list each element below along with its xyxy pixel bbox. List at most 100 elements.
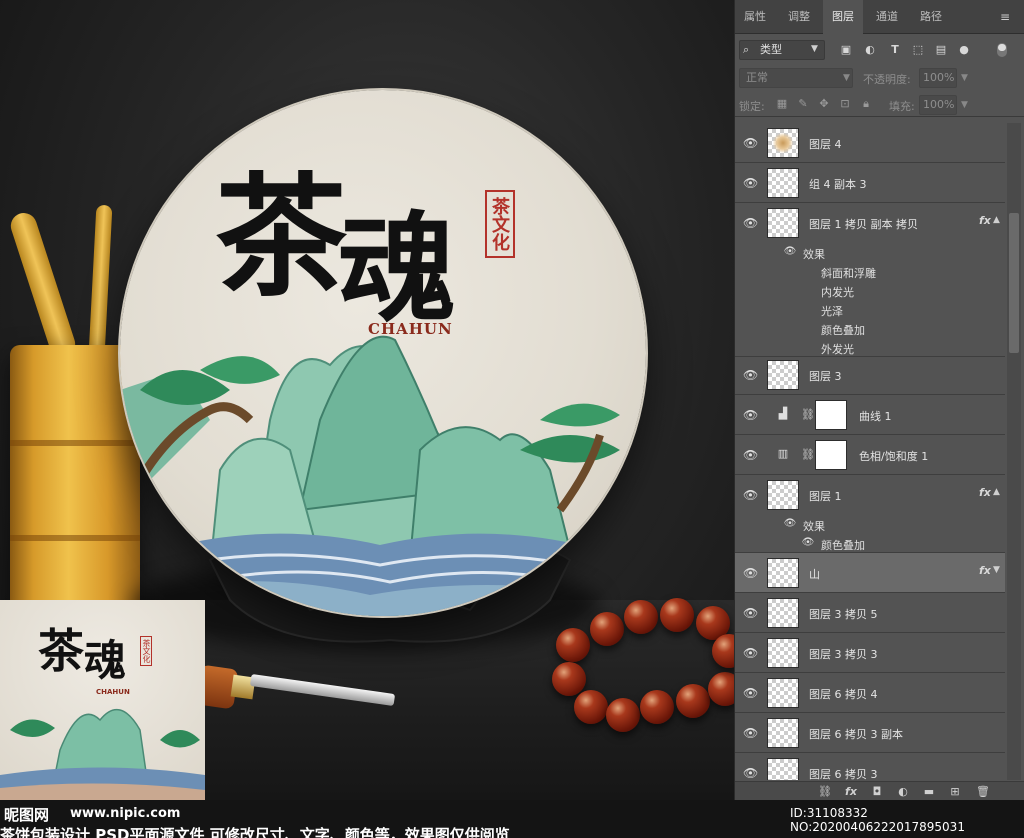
eye-icon[interactable]: 👁︎	[743, 606, 758, 620]
new-group-icon[interactable]: ▬	[921, 784, 937, 799]
chevron-up-icon[interactable]: ▲	[993, 215, 1000, 225]
effect-item[interactable]: 光泽	[735, 300, 1005, 319]
eye-icon[interactable]: 👁︎	[743, 488, 758, 502]
layer-row[interactable]: 👁︎ ▥ ⛓︎ 色相/饱和度 1	[735, 435, 1005, 475]
eye-icon[interactable]: 👁︎	[783, 246, 797, 258]
hue-saturation-icon: ▥	[777, 447, 789, 460]
layer-row[interactable]: 👁︎ ▟ ⛓︎ 曲线 1	[735, 395, 1005, 435]
eye-icon[interactable]: 👁︎	[743, 726, 758, 740]
new-adjustment-icon[interactable]: ◐	[895, 784, 911, 799]
layer-name: 图层 6 拷贝 3 副本	[809, 728, 903, 741]
lock-all-icon[interactable]: 🔒︎	[859, 97, 873, 111]
layers-scrollbar[interactable]	[1007, 123, 1021, 780]
effect-item[interactable]: 👁︎ 颜色叠加	[735, 534, 1005, 553]
effects-label: 效果	[803, 520, 825, 533]
blend-mode-select[interactable]: 正常	[739, 68, 853, 88]
fx-badge[interactable]: fx	[979, 564, 991, 577]
layer-row-selected[interactable]: 👁︎ 山 fx ▼	[735, 553, 1005, 593]
add-mask-icon[interactable]: ◘	[869, 784, 885, 799]
eye-icon[interactable]: 👁︎	[743, 686, 758, 700]
eye-icon[interactable]: 👁︎	[743, 136, 758, 150]
add-style-icon[interactable]: fx	[843, 784, 859, 799]
smart-object-filter-icon[interactable]: ▤	[934, 43, 948, 57]
layer-row[interactable]: 👁︎ 组 4 副本 3	[735, 163, 1005, 203]
lock-row: 锁定: ▦ ✎ ✥ ⊡ 🔒︎ 填充: 100% ▼	[735, 93, 1024, 117]
tab-paths[interactable]: 路径	[911, 0, 951, 34]
chevron-up-icon[interactable]: ▲	[993, 487, 1000, 497]
preview-title-char-2: 魂	[84, 636, 127, 685]
adjustment-filter-icon[interactable]: ◐	[863, 43, 877, 57]
link-icon[interactable]: ⛓︎	[801, 407, 815, 423]
layer-row[interactable]: 👁︎ 图层 1 fx ▲	[735, 475, 1005, 515]
effect-satin: 光泽	[821, 305, 843, 318]
layer-row[interactable]: 👁︎ 图层 3 拷贝 3	[735, 633, 1005, 673]
layer-row[interactable]: 👁︎ 图层 6 拷贝 4	[735, 673, 1005, 713]
eye-icon[interactable]: 👁︎	[743, 566, 758, 580]
layer-name: 图层 1 拷贝 副本 拷贝	[809, 218, 918, 231]
chevron-down-icon[interactable]: ▼	[993, 565, 1000, 575]
tea-scoop	[7, 209, 79, 361]
chevron-down-icon[interactable]: ▼	[961, 100, 968, 110]
layer-row[interactable]: 👁︎ 图层 1 拷贝 副本 拷贝 fx ▲	[735, 203, 1005, 243]
layer-filter-row: 类型 ⌕ ▼ ▣ ◐ T ⬚ ▤ ●	[735, 35, 1024, 65]
layer-row[interactable]: 👁︎ 图层 3 拷贝 5	[735, 593, 1005, 633]
fx-badge[interactable]: fx	[979, 486, 991, 499]
chevron-down-icon[interactable]: ▼	[961, 73, 968, 83]
layer-thumbnail	[767, 678, 799, 708]
design-preview: 茶 魂 茶文化 CHAHUN	[0, 600, 205, 800]
eye-icon[interactable]: 👁︎	[743, 176, 758, 190]
layer-name: 图层 4	[809, 138, 842, 151]
artboard-filter-icon[interactable]: ●	[957, 43, 971, 57]
eye-icon[interactable]: 👁︎	[743, 448, 758, 462]
layer-row[interactable]: 👁︎ 图层 6 拷贝 3	[735, 753, 1005, 780]
eye-icon[interactable]: 👁︎	[743, 646, 758, 660]
layer-list: 👁︎ 图层 4 👁︎ 组 4 副本 3 👁︎ 图层 1 拷贝 副本 拷贝 fx …	[735, 123, 1005, 780]
nipic-url: www.nipic.com	[70, 806, 181, 821]
eye-icon[interactable]: 👁︎	[801, 537, 815, 549]
eye-icon[interactable]: 👁︎	[743, 408, 758, 422]
layer-thumbnail	[767, 128, 799, 158]
product-photo: 茶 魂 茶文化 CHAHUN 茶 魂 茶文化 CHAHUN	[0, 0, 734, 800]
layer-thumbnail	[767, 360, 799, 390]
eye-icon[interactable]: 👁︎	[743, 216, 758, 230]
layer-row[interactable]: 👁︎ 图层 4	[735, 123, 1005, 163]
effect-item[interactable]: 内发光	[735, 281, 1005, 300]
eye-icon[interactable]: 👁︎	[783, 518, 797, 530]
pixel-filter-icon[interactable]: ▣	[839, 43, 853, 57]
eye-icon[interactable]: 👁︎	[743, 766, 758, 780]
nipic-logo: 昵图网	[4, 806, 50, 824]
layer-row[interactable]: 👁︎ 图层 6 拷贝 3 副本	[735, 713, 1005, 753]
lock-transparent-icon[interactable]: ▦	[775, 97, 789, 111]
screenshot: 茶 魂 茶文化 CHAHUN 茶 魂 茶文化 CHAHUN 昵图网 www.ni…	[0, 0, 1024, 838]
link-icon[interactable]: ⛓︎	[801, 447, 815, 463]
scrollbar-thumb[interactable]	[1009, 213, 1019, 353]
tab-adjustments[interactable]: 调整	[779, 0, 819, 34]
lock-pixels-icon[interactable]: ✎	[796, 97, 810, 111]
link-layers-icon[interactable]: ⛓︎	[817, 784, 833, 799]
layer-mask[interactable]	[815, 400, 847, 430]
lock-artboard-icon[interactable]: ⊡	[838, 97, 852, 111]
effect-item[interactable]: 颜色叠加	[735, 319, 1005, 338]
layer-mask[interactable]	[815, 440, 847, 470]
new-layer-icon[interactable]: ⊞	[947, 784, 963, 799]
eye-icon[interactable]: 👁︎	[743, 368, 758, 382]
type-filter-icon[interactable]: T	[888, 43, 902, 57]
lock-position-icon[interactable]: ✥	[817, 97, 831, 111]
fill-input[interactable]: 100%	[919, 95, 957, 115]
seal-stamp: 茶文化	[485, 190, 515, 258]
panel-menu-icon[interactable]: ≡	[997, 9, 1013, 25]
opacity-input[interactable]: 100%	[919, 68, 957, 88]
effect-item[interactable]: 斜面和浮雕	[735, 262, 1005, 281]
layer-thumbnail	[767, 208, 799, 238]
search-icon: ⌕	[743, 43, 750, 56]
tab-channels[interactable]: 通道	[867, 0, 907, 34]
shape-filter-icon[interactable]: ⬚	[911, 43, 925, 57]
tab-properties[interactable]: 属性	[735, 0, 775, 34]
trash-icon[interactable]: 🗑︎	[975, 784, 991, 799]
filter-toggle[interactable]	[997, 43, 1007, 57]
layer-thumbnail	[767, 598, 799, 628]
layer-name: 山	[809, 568, 820, 581]
fx-badge[interactable]: fx	[979, 214, 991, 227]
layer-row[interactable]: 👁︎ 图层 3	[735, 355, 1005, 395]
tab-layers[interactable]: 图层	[823, 0, 863, 34]
